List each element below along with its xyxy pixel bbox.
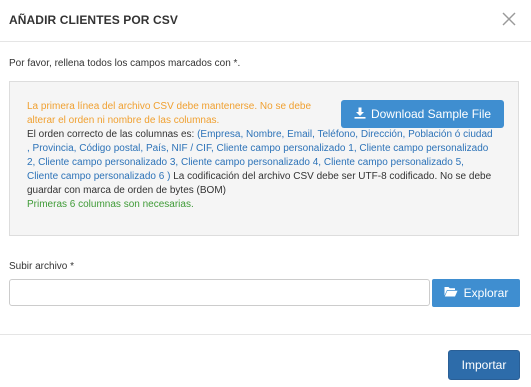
csv-info-box: La primera línea del archivo CSV debe ma…: [9, 81, 519, 236]
intro-text: Por favor, rellena todos los campos marc…: [9, 58, 241, 69]
required-columns-text: Primeras 6 columnas son necesarias.: [27, 199, 194, 210]
folder-open-icon: [444, 286, 458, 300]
modal-title: AÑADIR CLIENTES POR CSV: [9, 13, 178, 27]
order-prefix-text: El orden correcto de las columnas es:: [27, 129, 198, 140]
download-icon: [354, 107, 366, 122]
download-sample-button[interactable]: Download Sample File: [341, 100, 504, 128]
modal-header: AÑADIR CLIENTES POR CSV: [0, 0, 531, 42]
modal-footer: Importar: [0, 334, 531, 387]
import-button[interactable]: Importar: [448, 350, 520, 380]
download-sample-label: Download Sample File: [370, 107, 492, 121]
browse-label: Explorar: [463, 286, 509, 300]
upload-label: Subir archivo *: [9, 261, 75, 272]
file-path-input[interactable]: [9, 279, 430, 306]
warning-text: La primera línea del archivo CSV debe ma…: [27, 101, 312, 126]
close-icon[interactable]: [499, 9, 519, 29]
browse-button[interactable]: Explorar: [432, 279, 520, 307]
